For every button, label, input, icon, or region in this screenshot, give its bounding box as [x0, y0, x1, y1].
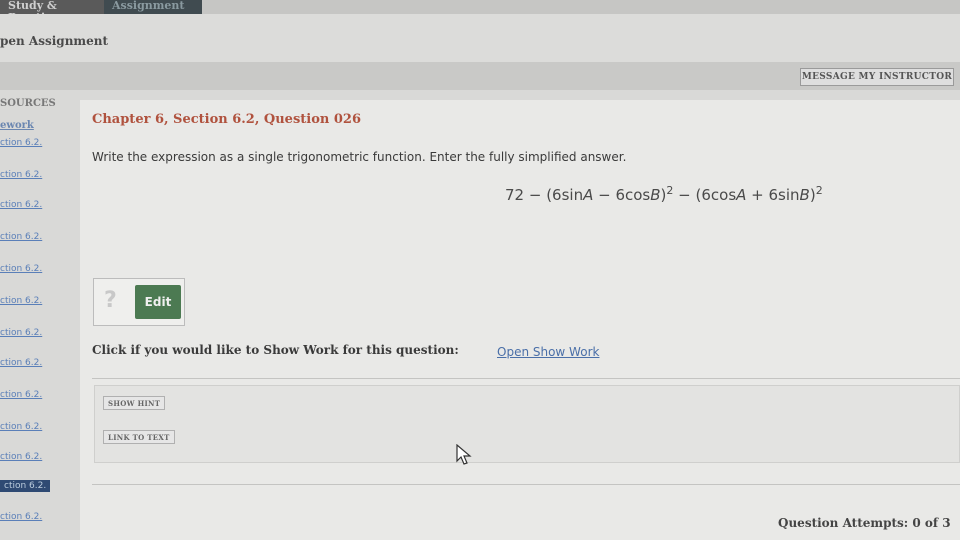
hint-area: SHOW HINT LINK TO TEXT [94, 385, 960, 463]
sidebar-item-section[interactable]: ction 6.2. [0, 328, 42, 338]
sidebar-item-section[interactable]: ction 6.2. [0, 422, 42, 432]
sidebar-item-section-active[interactable]: ction 6.2. [0, 480, 51, 492]
question-heading: Chapter 6, Section 6.2, Question 026 [92, 112, 361, 127]
show-hint-button[interactable]: SHOW HINT [103, 396, 166, 410]
sidebar-item-section[interactable]: ction 6.2. [0, 264, 42, 274]
title-area [0, 14, 960, 64]
show-work-label: Click if you would like to Show Work for… [92, 343, 459, 357]
expr-var: B [799, 186, 810, 204]
resources-sidebar: SOURCES ework ction 6.2. ction 6.2. ctio… [0, 96, 76, 540]
divider [92, 484, 960, 485]
top-nav-bar: Study & Practice Assignment [0, 0, 960, 24]
sidebar-heading-resources: SOURCES [0, 98, 56, 109]
expr-var: B [650, 186, 661, 204]
message-instructor-button[interactable]: MESSAGE MY INSTRUCTOR [800, 68, 954, 86]
expr-text: − 6cos [593, 186, 651, 204]
tab-study-practice[interactable]: Study & Practice [0, 0, 104, 24]
expr-var: A [583, 186, 594, 204]
open-show-work-link[interactable]: Open Show Work [497, 345, 599, 359]
sidebar-item-section[interactable]: ction 6.2. [0, 512, 42, 522]
link-to-text-button[interactable]: LINK TO TEXT [103, 430, 175, 444]
expr-text: − (6cos [673, 186, 737, 204]
sidebar-item-section[interactable]: ction 6.2. [0, 390, 42, 400]
expr-exponent: 2 [815, 184, 823, 197]
sidebar-item-section[interactable]: ction 6.2. [0, 296, 42, 306]
expr-var: A [736, 186, 747, 204]
answer-box: ? Edit [93, 278, 185, 326]
question-instructions: Write the expression as a single trigono… [92, 150, 627, 164]
sidebar-item-section[interactable]: ction 6.2. [0, 200, 42, 210]
math-expression: 72 − (6sinA − 6cosB)2 − (6cosA + 6sinB)2 [505, 184, 823, 204]
question-attempts: Question Attempts: 0 of 3 [778, 516, 951, 530]
edit-button[interactable]: Edit [135, 285, 181, 319]
sidebar-item-section[interactable]: ction 6.2. [0, 138, 42, 148]
tab-assignment[interactable]: Assignment [104, 0, 202, 14]
mouse-cursor-icon [456, 444, 472, 465]
divider [92, 378, 960, 379]
question-panel [80, 100, 960, 540]
expr-text: + 6sin [746, 186, 800, 204]
sidebar-item-section[interactable]: ction 6.2. [0, 170, 42, 180]
sidebar-item-section[interactable]: ction 6.2. [0, 358, 42, 368]
page-title: pen Assignment [0, 34, 109, 48]
sidebar-item-section[interactable]: ction 6.2. [0, 452, 42, 462]
sidebar-link-homework[interactable]: ework [0, 120, 34, 131]
help-icon[interactable]: ? [104, 288, 117, 313]
expr-text: 72 − (6sin [505, 186, 584, 204]
sidebar-item-section[interactable]: ction 6.2. [0, 232, 42, 242]
